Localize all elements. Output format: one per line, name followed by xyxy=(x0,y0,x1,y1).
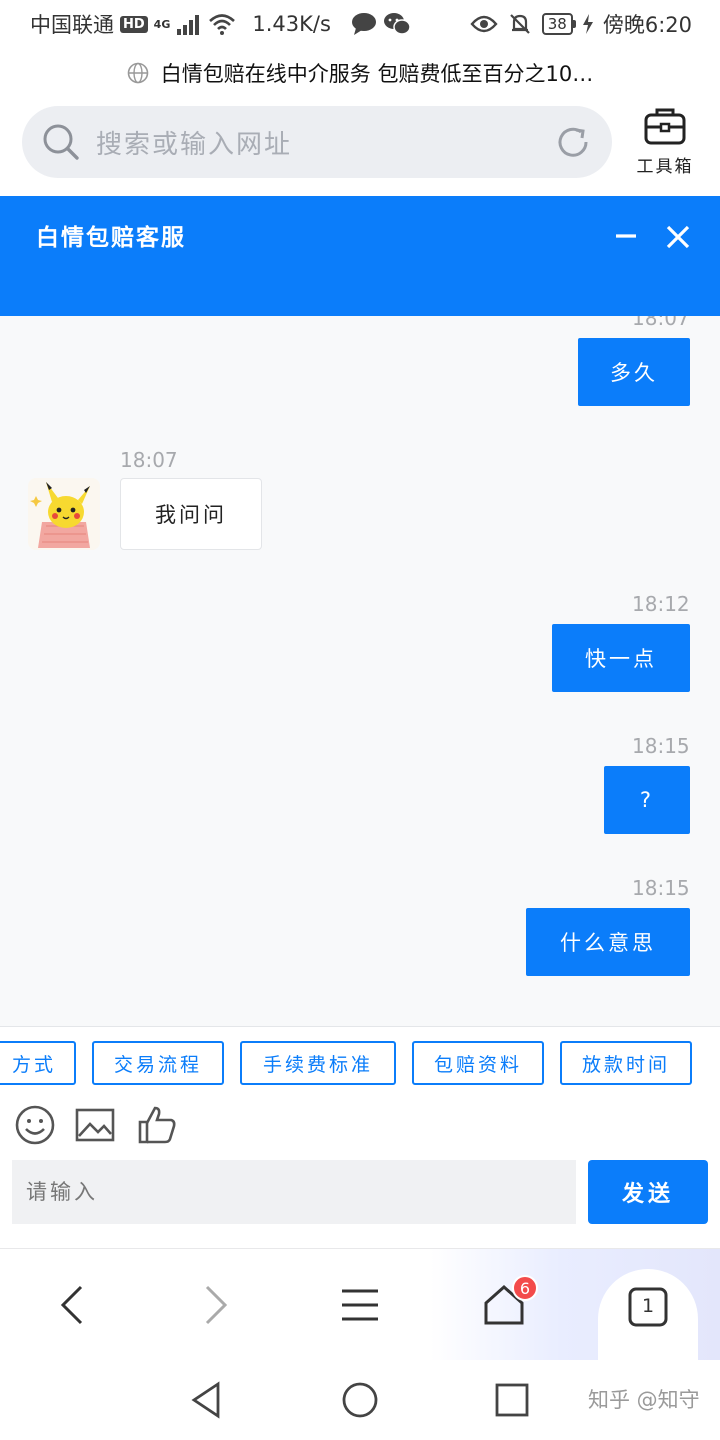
network-type: 4G xyxy=(153,17,171,31)
quick-tag-trade-flow[interactable]: 交易流程 xyxy=(92,1041,224,1085)
chevron-left-icon xyxy=(60,1285,83,1325)
hd-badge: HD xyxy=(120,15,148,33)
outgoing-message: 多久 xyxy=(578,338,690,406)
wifi-icon xyxy=(209,14,236,35)
recents-square-icon[interactable] xyxy=(492,1380,532,1420)
tab-count: 1 xyxy=(641,1295,655,1317)
send-button[interactable]: 发送 xyxy=(588,1160,708,1224)
quick-tag-payout-time[interactable]: 放款时间 xyxy=(560,1041,692,1085)
agent-avatar xyxy=(28,478,100,550)
minimize-icon[interactable] xyxy=(614,224,638,248)
message-timestamp: 18:07 xyxy=(632,316,690,330)
browser-nav-bar: 6 1 xyxy=(0,1248,720,1361)
chat-bubble-icon xyxy=(351,13,376,35)
message-input[interactable] xyxy=(12,1160,576,1224)
close-icon[interactable] xyxy=(665,224,691,250)
network-speed: 1.43K/s xyxy=(252,12,331,36)
quick-tag-payment[interactable]: 方式 xyxy=(0,1041,76,1085)
message-timestamp: 18:15 xyxy=(632,876,690,900)
tabs-button[interactable]: 1 xyxy=(598,1269,698,1361)
quick-tag-fee-standard[interactable]: 手续费标准 xyxy=(240,1041,396,1085)
chevron-right-icon xyxy=(205,1285,228,1325)
quick-tag-compensation-docs[interactable]: 包赔资料 xyxy=(412,1041,544,1085)
refresh-icon[interactable] xyxy=(554,123,592,161)
toolbox-icon xyxy=(644,108,686,145)
input-row: 发送 xyxy=(0,1156,720,1248)
forward-button[interactable] xyxy=(186,1275,246,1335)
outgoing-message: 快一点 xyxy=(552,624,690,692)
battery-indicator: 38 xyxy=(541,13,576,35)
page-title-bar: 白情包赔在线中介服务 包赔费低至百分之10… xyxy=(0,52,720,94)
toolbox-label: 工具箱 xyxy=(636,157,694,177)
globe-icon xyxy=(127,62,149,84)
message-timestamp: 18:15 xyxy=(632,734,690,758)
message-list[interactable]: 18:07 多久 18:07 我问问 18:12 快一点 18:15 ? 18:… xyxy=(0,316,720,1028)
back-button[interactable] xyxy=(42,1275,102,1335)
page-title: 白情包赔在线中介服务 包赔费低至百分之10… xyxy=(160,62,594,86)
outgoing-message: ? xyxy=(604,766,690,834)
watermark: 知乎 @知守 xyxy=(588,1388,700,1412)
address-bar[interactable]: 搜索或输入网址 xyxy=(22,106,612,178)
wechat-icon xyxy=(383,13,411,35)
quick-reply-bar[interactable]: 方式 交易流程 手续费标准 包赔资料 放款时间 xyxy=(0,1026,720,1096)
eye-icon xyxy=(470,15,498,33)
outgoing-message: 什么意思 xyxy=(526,908,690,976)
system-nav-bar: 知乎 @知守 xyxy=(0,1360,720,1440)
home-badge: 6 xyxy=(512,1275,538,1301)
menu-button[interactable] xyxy=(330,1275,390,1335)
image-icon[interactable] xyxy=(74,1104,116,1146)
back-triangle-icon[interactable] xyxy=(188,1380,228,1420)
clock: 傍晚6:20 xyxy=(602,13,692,37)
input-toolbar xyxy=(0,1096,720,1156)
home-circle-icon[interactable] xyxy=(340,1380,380,1420)
menu-icon xyxy=(342,1289,378,1321)
chat-header: 白情包赔客服 xyxy=(0,196,720,316)
message-timestamp: 18:12 xyxy=(632,592,690,616)
status-bar: 中国联通 HD 4G 1.43K/s 38 傍晚6:20 xyxy=(0,0,720,48)
message-timestamp: 18:07 xyxy=(120,448,178,472)
chat-title: 白情包赔客服 xyxy=(36,225,186,251)
mute-bell-icon xyxy=(509,14,530,34)
toolbox-button[interactable]: 工具箱 xyxy=(630,104,700,184)
emoji-icon[interactable] xyxy=(14,1104,56,1146)
signal-icon xyxy=(177,15,200,35)
search-icon xyxy=(43,124,79,160)
incoming-message: 我问问 xyxy=(120,478,262,550)
thumbs-up-icon[interactable] xyxy=(136,1104,178,1146)
charging-icon xyxy=(582,14,593,34)
address-placeholder: 搜索或输入网址 xyxy=(96,129,293,160)
carrier-label: 中国联通 xyxy=(30,13,114,37)
